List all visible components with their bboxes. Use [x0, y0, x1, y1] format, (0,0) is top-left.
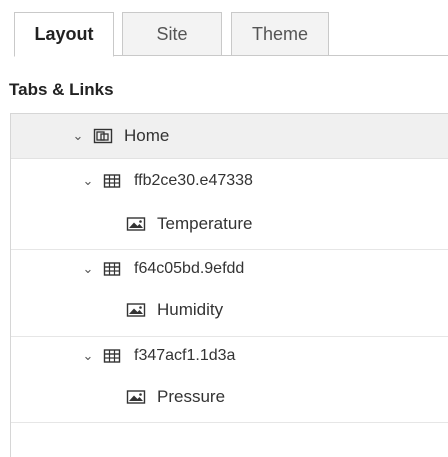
- tree-item-label: Home: [124, 126, 170, 145]
- tree-item-home[interactable]: ⌄ Home: [11, 114, 448, 159]
- tree-group-1[interactable]: ⌄ ffb2ce30.e47338: [11, 162, 448, 200]
- chevron-down-icon[interactable]: ⌄: [81, 261, 95, 277]
- tree-widget-pressure[interactable]: Pressure: [11, 377, 448, 417]
- tab-theme[interactable]: Theme: [231, 12, 329, 56]
- table-icon: [103, 261, 123, 277]
- tree-widget-temperature[interactable]: Temperature: [11, 204, 448, 244]
- tree-widget-label: Humidity: [157, 300, 224, 319]
- tab-icon: [93, 128, 113, 144]
- tree-group-label: f347acf1.1d3a: [134, 347, 236, 364]
- tree-group-label: f64c05bd.9efdd: [134, 260, 245, 277]
- tab-site[interactable]: Site: [122, 12, 222, 56]
- tree-group-3[interactable]: ⌄ f347acf1.1d3a: [11, 337, 448, 375]
- tab-layout[interactable]: Layout: [14, 12, 114, 57]
- image-icon: [126, 302, 146, 318]
- tree-group-label: ffb2ce30.e47338: [134, 172, 253, 189]
- chevron-down-icon[interactable]: ⌄: [71, 128, 85, 144]
- tree-widget-label: Temperature: [157, 214, 253, 233]
- tree-group-2[interactable]: ⌄ f64c05bd.9efdd: [11, 250, 448, 288]
- section-title: Tabs & Links: [9, 80, 114, 99]
- tabs-links-tree: ⌄ Home ⌄ ffb2ce30.e47338 Temperature ⌄ f…: [10, 113, 448, 457]
- table-icon: [103, 173, 123, 189]
- chevron-down-icon[interactable]: ⌄: [81, 348, 95, 364]
- table-icon: [103, 348, 123, 364]
- tree-widget-humidity[interactable]: Humidity: [11, 290, 448, 330]
- tree-widget-label: Pressure: [157, 387, 226, 406]
- image-icon: [126, 216, 146, 232]
- row-divider: [11, 422, 448, 423]
- chevron-down-icon[interactable]: ⌄: [81, 173, 95, 189]
- tab-bar: Layout Site Theme: [0, 0, 448, 57]
- image-icon: [126, 389, 146, 405]
